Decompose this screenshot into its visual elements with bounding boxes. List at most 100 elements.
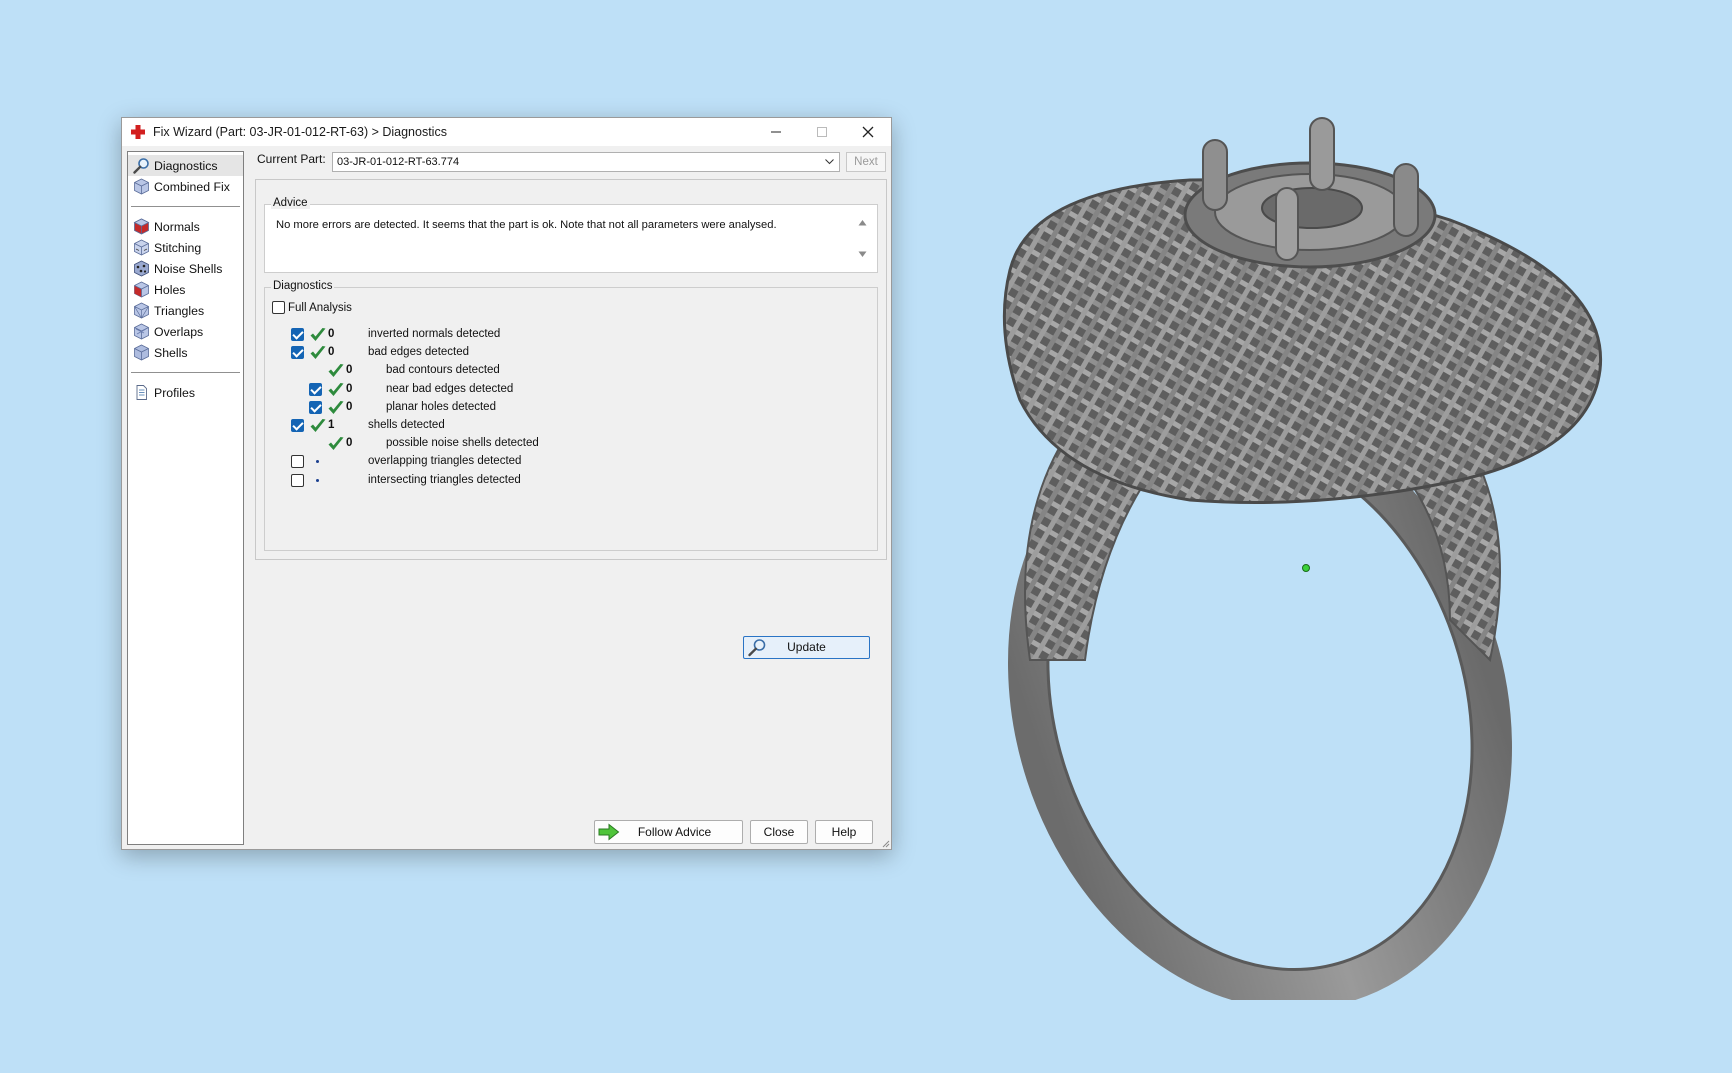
cube-icon bbox=[134, 302, 149, 319]
full-analysis-checkbox[interactable] bbox=[272, 301, 285, 314]
diagnostic-checkbox[interactable] bbox=[291, 419, 304, 432]
magnifier-icon bbox=[748, 639, 766, 657]
diagnostic-checkbox[interactable] bbox=[291, 346, 304, 360]
fix-wizard-window: Fix Wizard (Part: 03-JR-01-012-RT-63) > … bbox=[121, 117, 892, 850]
nav-label: Normals bbox=[154, 219, 200, 234]
diagnostic-label: near bad edges detected bbox=[386, 382, 514, 395]
scroll-up-icon[interactable] bbox=[858, 219, 867, 226]
diagnostic-checkbox[interactable] bbox=[291, 455, 304, 469]
diagnostic-count: 0 bbox=[328, 346, 335, 359]
current-part-value: 03-JR-01-012-RT-63.774 bbox=[337, 156, 460, 168]
scroll-down-icon[interactable] bbox=[858, 251, 867, 258]
diagnostic-row: 0 inverted normals detected bbox=[265, 326, 865, 344]
document-icon bbox=[136, 385, 147, 400]
diagnostic-row: 0 near bad edges detected bbox=[265, 381, 865, 399]
nav-separator bbox=[131, 206, 240, 207]
wizard-nav: Diagnostics Combined Fix Normals Stitchi… bbox=[127, 151, 244, 845]
help-button[interactable]: Help bbox=[815, 820, 873, 844]
diagnostic-checkbox[interactable] bbox=[291, 473, 304, 487]
diagnostic-row: 0 bad contours detected bbox=[265, 362, 865, 380]
checkmark-icon bbox=[328, 437, 344, 451]
diagnostic-label: bad contours detected bbox=[386, 364, 500, 377]
checkmark-icon bbox=[310, 419, 326, 432]
follow-advice-button[interactable]: Follow Advice bbox=[594, 820, 743, 844]
status-dot-icon bbox=[316, 460, 319, 464]
nav-label: Triangles bbox=[154, 303, 205, 318]
maximize-button[interactable] bbox=[799, 118, 845, 146]
nav-item-normals[interactable]: Normals bbox=[128, 216, 243, 237]
full-analysis-label: Full Analysis bbox=[288, 301, 352, 314]
nav-item-stitching[interactable]: Stitching bbox=[128, 237, 243, 258]
diagnostic-label: shells detected bbox=[368, 419, 445, 431]
full-analysis-option[interactable]: Full Analysis bbox=[272, 301, 352, 314]
diagnostic-count: 0 bbox=[346, 400, 353, 413]
diagnostic-row: intersecting triangles detected bbox=[265, 472, 865, 490]
cube-icon bbox=[134, 260, 149, 277]
close-window-button[interactable] bbox=[845, 118, 891, 146]
diagnostic-row: overlapping triangles detected bbox=[265, 453, 865, 471]
diagnostic-count: 0 bbox=[346, 364, 353, 377]
nav-item-shells[interactable]: Shells bbox=[128, 342, 243, 363]
nav-label: Combined Fix bbox=[154, 179, 230, 194]
nav-label: Shells bbox=[154, 345, 188, 360]
cube-icon bbox=[134, 239, 149, 256]
magnifier-icon bbox=[133, 158, 149, 174]
nav-item-noise-shells[interactable]: Noise Shells bbox=[128, 258, 243, 279]
nav-item-overlaps[interactable]: Overlaps bbox=[128, 321, 243, 342]
cube-icon bbox=[134, 344, 149, 361]
maximize-icon bbox=[817, 127, 827, 137]
diagnostic-count: 1 bbox=[328, 419, 335, 431]
nav-label: Overlaps bbox=[154, 324, 204, 339]
advice-group: Advice No more errors are detected. It s… bbox=[264, 197, 878, 273]
resize-grip-icon[interactable] bbox=[880, 838, 890, 848]
diagnostic-checkbox[interactable] bbox=[309, 400, 322, 414]
cube-icon bbox=[133, 218, 150, 235]
diagnostic-label: overlapping triangles detected bbox=[368, 455, 522, 468]
nav-label: Diagnostics bbox=[154, 158, 218, 173]
current-part-select[interactable]: 03-JR-01-012-RT-63.774 bbox=[332, 152, 840, 172]
cube-icon bbox=[134, 178, 149, 195]
diagnostic-checkbox[interactable] bbox=[309, 382, 322, 396]
checkmark-icon bbox=[310, 346, 326, 360]
nav-label: Stitching bbox=[154, 240, 202, 255]
cube-icon bbox=[134, 323, 149, 340]
nav-item-profiles[interactable]: Profiles bbox=[128, 382, 243, 403]
diagnostics-panel: Advice No more errors are detected. It s… bbox=[255, 179, 887, 659]
diagnostic-count: 0 bbox=[346, 382, 353, 395]
title-bar[interactable]: Fix Wizard (Part: 03-JR-01-012-RT-63) > … bbox=[122, 118, 891, 146]
nav-item-diagnostics[interactable]: Diagnostics bbox=[128, 155, 243, 176]
minimize-icon bbox=[771, 131, 781, 133]
cube-icon bbox=[134, 281, 149, 298]
nav-item-combined-fix[interactable]: Combined Fix bbox=[128, 176, 243, 197]
diagnostic-count: 0 bbox=[346, 437, 353, 450]
nav-item-triangles[interactable]: Triangles bbox=[128, 300, 243, 321]
diagnostics-title: Diagnostics bbox=[271, 280, 335, 292]
diagnostic-label: bad edges detected bbox=[368, 346, 470, 359]
close-button[interactable]: Close bbox=[750, 820, 808, 844]
next-button[interactable]: Next bbox=[846, 152, 886, 172]
checkmark-icon bbox=[328, 382, 344, 396]
current-part-label: Current Part: bbox=[257, 152, 326, 166]
status-dot-icon bbox=[316, 478, 319, 482]
nav-label: Noise Shells bbox=[154, 261, 223, 276]
minimize-button[interactable] bbox=[753, 118, 799, 146]
follow-advice-label: Follow Advice bbox=[637, 825, 712, 839]
advice-title: Advice bbox=[271, 197, 310, 209]
update-button[interactable]: Update bbox=[743, 636, 870, 659]
checkmark-icon bbox=[328, 364, 344, 378]
ring-3d-model[interactable] bbox=[990, 100, 1630, 1000]
diagnostic-row: 0 possible noise shells detected bbox=[265, 435, 865, 453]
nav-item-holes[interactable]: Holes bbox=[128, 279, 243, 300]
diagnostic-row: 1 shells detected bbox=[265, 417, 865, 435]
nav-separator bbox=[131, 372, 240, 373]
diagnostic-label: inverted normals detected bbox=[368, 328, 501, 340]
advice-text: No more errors are detected. It seems th… bbox=[276, 219, 777, 231]
window-title: Fix Wizard (Part: 03-JR-01-012-RT-63) > … bbox=[153, 125, 447, 139]
arrow-right-icon bbox=[598, 823, 620, 841]
diagnostic-label: intersecting triangles detected bbox=[368, 473, 521, 486]
nav-label: Profiles bbox=[154, 385, 196, 400]
nav-label: Holes bbox=[154, 282, 186, 297]
diagnostic-checkbox[interactable] bbox=[291, 328, 304, 341]
checkmark-icon bbox=[310, 328, 326, 341]
diagnostic-label: possible noise shells detected bbox=[386, 437, 539, 450]
